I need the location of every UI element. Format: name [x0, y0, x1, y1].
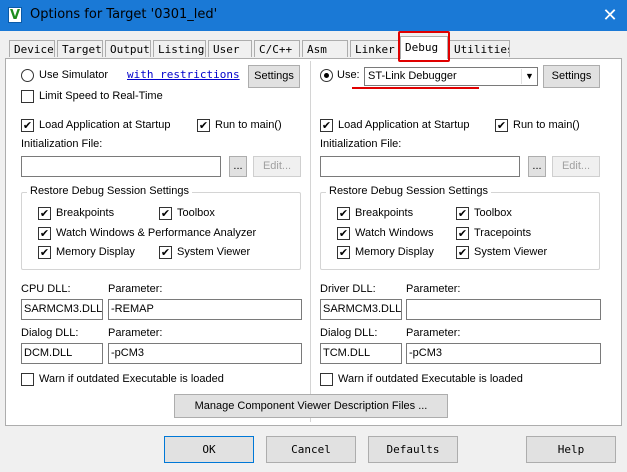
tab-linker[interactable]: Linker: [350, 40, 399, 57]
restore-system-viewer-label: System Viewer: [177, 246, 251, 258]
restrictions-link[interactable]: with restrictions: [127, 68, 240, 81]
warn-outdated-label-right: Warn if outdated Executable is loaded: [338, 373, 523, 385]
run-main-label-right: Run to main(): [513, 119, 580, 131]
restore-watch-label-right: Watch Windows: [355, 227, 434, 239]
init-file-label: Initialization File:: [21, 138, 103, 150]
debugger-red-underline: [352, 87, 479, 89]
load-app-label: Load Application at Startup: [39, 119, 171, 131]
driver-dll-field[interactable]: SARMCM3.DLL: [320, 299, 402, 320]
cpu-param-label: Parameter:: [108, 283, 163, 295]
cancel-button[interactable]: Cancel: [266, 436, 356, 463]
tab-user[interactable]: User: [208, 40, 252, 57]
dialog-dll-field-right[interactable]: TCM.DLL: [320, 343, 402, 364]
tab-target[interactable]: Target: [57, 40, 103, 57]
close-icon[interactable]: ✕: [598, 3, 622, 27]
use-simulator-label: Use Simulator: [39, 69, 109, 81]
cpu-dll-label: CPU DLL:: [21, 283, 71, 295]
restore-memory-checkbox[interactable]: ✔: [38, 246, 51, 259]
tab-output[interactable]: Output: [105, 40, 151, 57]
dialog-param-label-right: Parameter:: [406, 327, 461, 339]
restore-system-viewer-checkbox-right[interactable]: ✔: [456, 246, 469, 259]
init-file-browse-button[interactable]: ...: [229, 156, 247, 177]
tab-asm[interactable]: Asm: [302, 40, 348, 57]
restore-settings-title-right: Restore Debug Session Settings: [326, 185, 491, 197]
use-debugger-radio[interactable]: [320, 69, 333, 82]
run-main-checkbox-right[interactable]: ✔: [495, 119, 508, 132]
use-simulator-radio[interactable]: [21, 69, 34, 82]
tab-listing[interactable]: Listing: [153, 40, 206, 57]
debugger-select-value: ST-Link Debugger: [368, 70, 457, 82]
limit-speed-checkbox[interactable]: [21, 90, 34, 103]
tab-utilities[interactable]: Utilities: [449, 40, 510, 57]
driver-dll-label: Driver DLL:: [320, 283, 376, 295]
restore-toolbox-checkbox-right[interactable]: ✔: [456, 207, 469, 220]
warn-outdated-checkbox-right[interactable]: [320, 373, 333, 386]
restore-watch-checkbox-right[interactable]: ✔: [337, 227, 350, 240]
window-title: Options for Target '0301_led': [30, 7, 218, 22]
tab-c-cpp[interactable]: C/C++: [254, 40, 300, 57]
restore-watch-checkbox[interactable]: ✔: [38, 227, 51, 240]
run-main-label: Run to main(): [215, 119, 282, 131]
cpu-param-field[interactable]: -REMAP: [108, 299, 302, 320]
restore-breakpoints-label: Breakpoints: [56, 207, 115, 219]
init-file-input[interactable]: [21, 156, 221, 177]
dialog-param-label: Parameter:: [108, 327, 163, 339]
init-file-input-right[interactable]: [320, 156, 520, 177]
restore-settings-title: Restore Debug Session Settings: [27, 185, 192, 197]
dialog-dll-label: Dialog DLL:: [21, 327, 79, 339]
restore-tracepoints-checkbox[interactable]: ✔: [456, 227, 469, 240]
restore-toolbox-checkbox[interactable]: ✔: [159, 207, 172, 220]
manage-component-viewer-button[interactable]: Manage Component Viewer Description File…: [174, 394, 448, 418]
driver-param-label: Parameter:: [406, 283, 461, 295]
debugger-select[interactable]: ST-Link Debugger ▼: [364, 67, 538, 86]
restore-toolbox-label: Toolbox: [177, 207, 215, 219]
debug-tab-highlight: [398, 31, 450, 62]
tab-device[interactable]: Device: [9, 40, 55, 57]
chevron-down-icon[interactable]: ▼: [521, 69, 537, 84]
help-button[interactable]: Help: [526, 436, 616, 463]
warn-outdated-label: Warn if outdated Executable is loaded: [39, 373, 224, 385]
restore-system-viewer-checkbox[interactable]: ✔: [159, 246, 172, 259]
init-file-edit-button-right[interactable]: Edit...: [552, 156, 600, 177]
restore-memory-label-right: Memory Display: [355, 246, 434, 258]
restore-memory-checkbox-right[interactable]: ✔: [337, 246, 350, 259]
load-app-label-right: Load Application at Startup: [338, 119, 470, 131]
dialog-dll-label-right: Dialog DLL:: [320, 327, 378, 339]
debugger-settings-button[interactable]: Settings: [543, 65, 600, 88]
dialog-param-field[interactable]: -pCM3: [108, 343, 302, 364]
limit-speed-label: Limit Speed to Real-Time: [39, 90, 163, 102]
init-file-label-right: Initialization File:: [320, 138, 402, 150]
restore-memory-label: Memory Display: [56, 246, 135, 258]
run-main-checkbox[interactable]: ✔: [197, 119, 210, 132]
warn-outdated-checkbox[interactable]: [21, 373, 34, 386]
driver-param-field[interactable]: [406, 299, 601, 320]
load-app-checkbox-right[interactable]: ✔: [320, 119, 333, 132]
init-file-browse-button-right[interactable]: ...: [528, 156, 546, 177]
load-app-checkbox[interactable]: ✔: [21, 119, 34, 132]
simulator-settings-button[interactable]: Settings: [248, 65, 300, 88]
restore-watch-label: Watch Windows & Performance Analyzer: [56, 227, 257, 239]
restore-breakpoints-label-right: Breakpoints: [355, 207, 414, 219]
panel-divider: [310, 61, 311, 422]
restore-breakpoints-checkbox[interactable]: ✔: [38, 207, 51, 220]
restore-system-viewer-label-right: System Viewer: [474, 246, 548, 258]
dialog-dll-field[interactable]: DCM.DLL: [21, 343, 103, 364]
restore-toolbox-label-right: Toolbox: [474, 207, 512, 219]
cpu-dll-field[interactable]: SARMCM3.DLL: [21, 299, 103, 320]
restore-breakpoints-checkbox-right[interactable]: ✔: [337, 207, 350, 220]
keil-app-icon: V: [8, 7, 22, 23]
dialog-param-field-right[interactable]: -pCM3: [406, 343, 601, 364]
use-debugger-label: Use:: [337, 69, 360, 81]
defaults-button[interactable]: Defaults: [368, 436, 458, 463]
ok-button[interactable]: OK: [164, 436, 254, 463]
restore-tracepoints-label: Tracepoints: [474, 227, 532, 239]
init-file-edit-button[interactable]: Edit...: [253, 156, 301, 177]
